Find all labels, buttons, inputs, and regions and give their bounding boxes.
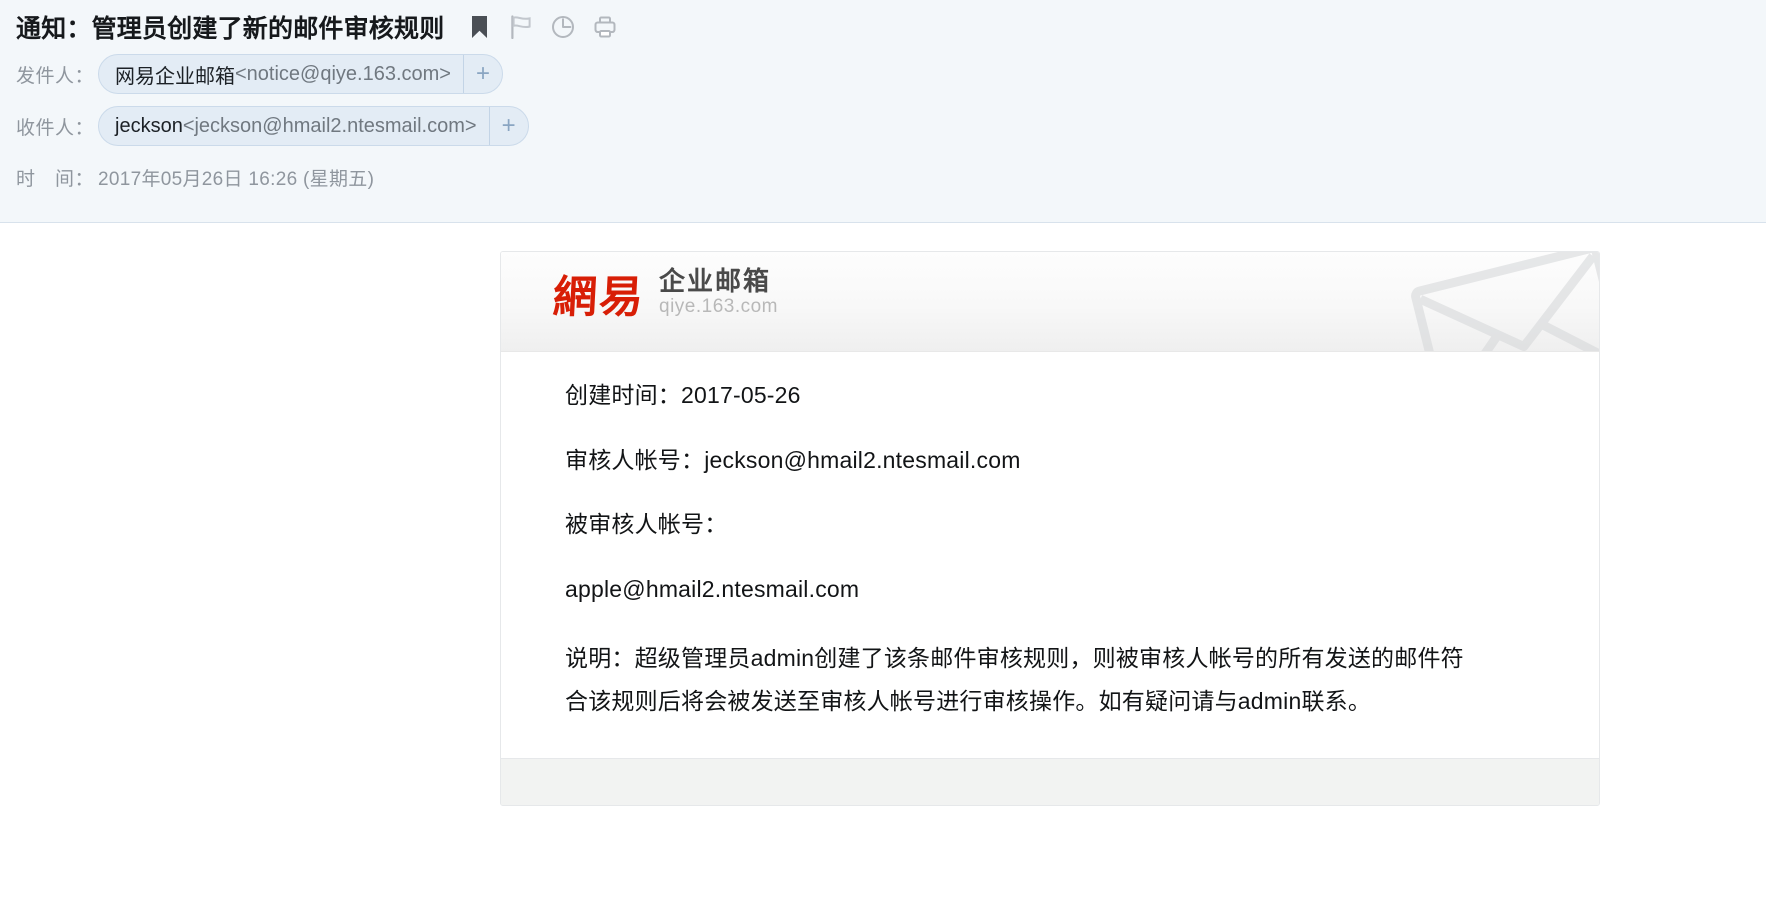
rule-description-paragraph: 说明：超级管理员admin创建了该条邮件审核规则，则被审核人帐号的所有发送的邮件… [565, 644, 1464, 715]
time-value: 2017年05月26日 16:26 (星期五) [98, 168, 375, 190]
brand-logo-text: 網易 [551, 272, 647, 324]
brand-product-name: 企业邮箱 [659, 266, 772, 296]
from-chip-text: 网易企业邮箱 <notice@qiye.163.com> [99, 55, 463, 93]
brand-url: qiye.163.com [659, 296, 779, 318]
brand-banner: 網易 企业邮箱 qiye.163.com [501, 252, 1599, 352]
flag-icon[interactable] [508, 14, 534, 40]
add-to-contact-button[interactable]: + [488, 107, 528, 145]
from-label: 发件人： [16, 65, 95, 87]
envelope-watermark-icon [1405, 252, 1599, 351]
print-icon[interactable] [592, 14, 618, 40]
to-label: 收件人： [16, 117, 95, 139]
reviewed-account-value-line: apple@hmail2.ntesmail.com [565, 575, 860, 602]
to-address-chip[interactable]: jeckson <jeckson@hmail2.ntesmail.com> + [98, 106, 529, 146]
from-email: <notice@qiye.163.com> [235, 62, 451, 85]
to-row: 收件人： jeckson <jeckson@hmail2.ntesmail.com… [0, 104, 1766, 148]
email-content-card: 網易 企业邮箱 qiye.163.com 创建时间：2017-05-26 审核人… [500, 251, 1600, 806]
from-display-name: 网易企业邮箱 [115, 65, 235, 88]
add-from-contact-button[interactable]: + [463, 55, 502, 93]
clock-icon[interactable] [550, 14, 576, 40]
from-address-chip[interactable]: 网易企业邮箱 <notice@qiye.163.com> + [98, 54, 503, 94]
subject-row: 通知：管理员创建了新的邮件审核规则 [0, 0, 1766, 44]
card-content: 创建时间：2017-05-26 审核人帐号：jeckson@hmail2.nte… [501, 352, 1599, 758]
reviewer-account-line: 审核人帐号：jeckson@hmail2.ntesmail.com [565, 446, 1021, 473]
mail-header: 通知：管理员创建了新的邮件审核规则 发件人： 网易企业邮箱 <notice@qi… [0, 0, 1766, 223]
reviewed-account-label-line: 被审核人帐号： [565, 511, 728, 538]
time-label: 时 间： [16, 168, 95, 190]
page-title: 通知：管理员创建了新的邮件审核规则 [16, 15, 445, 43]
to-chip-text: jeckson <jeckson@hmail2.ntesmail.com> [99, 107, 489, 145]
subject-action-icons [466, 14, 618, 40]
card-footer [501, 757, 1599, 805]
to-display-name: jeckson [115, 114, 183, 137]
netease-brand-logo: 網易 企业邮箱 qiye.163.com [551, 266, 779, 324]
to-email: <jeckson@hmail2.ntesmail.com> [182, 114, 477, 137]
created-time-line: 创建时间：2017-05-26 [565, 382, 801, 408]
bookmark-icon[interactable] [466, 14, 492, 40]
from-row: 发件人： 网易企业邮箱 <notice@qiye.163.com> + [0, 52, 1766, 96]
mail-body: 網易 企业邮箱 qiye.163.com 创建时间：2017-05-26 审核人… [0, 223, 1766, 914]
time-row: 时 间： 2017年05月26日 16:26 (星期五) [0, 162, 1766, 192]
brand-text-block: 企业邮箱 qiye.163.com [659, 266, 779, 318]
